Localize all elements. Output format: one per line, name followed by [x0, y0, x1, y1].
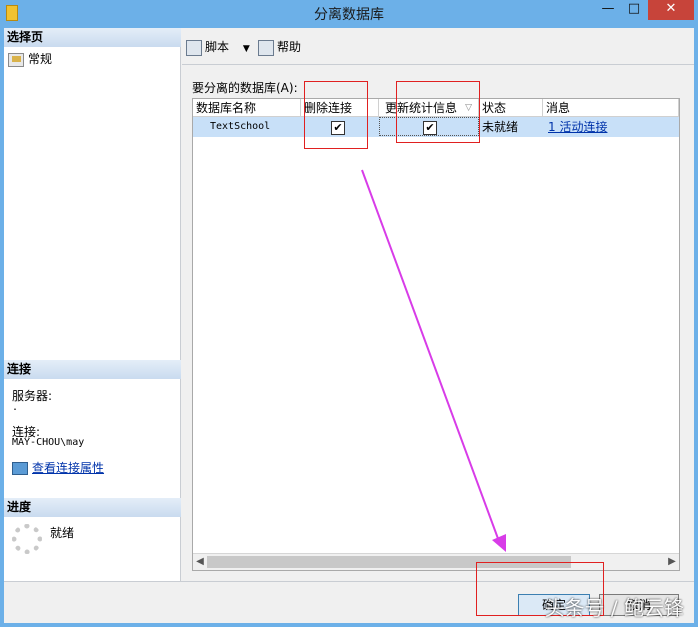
dialog-window: 分离数据库 — □ ✕ 选择页 常规 连接 服务器: . 连接: MAY-CHO… — [0, 0, 698, 627]
watermark: 头条号 / 鲍云锋 — [544, 596, 684, 620]
annotation-arrow — [361, 169, 506, 552]
